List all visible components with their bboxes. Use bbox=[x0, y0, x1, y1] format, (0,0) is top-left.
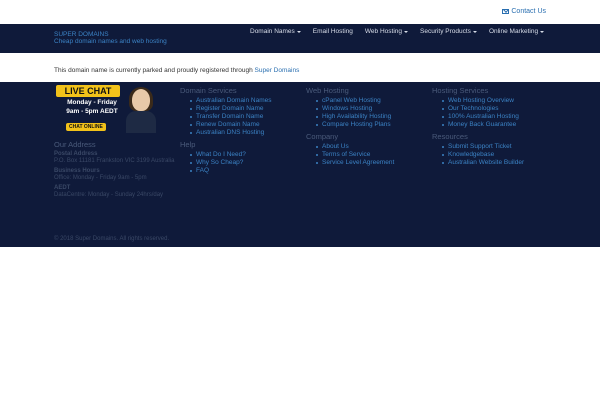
nav-label: Email Hosting bbox=[312, 28, 353, 35]
caret-down-icon bbox=[472, 30, 477, 33]
nav-item-security-products[interactable]: Security Products bbox=[414, 28, 483, 35]
agent-body bbox=[126, 111, 156, 133]
brand-name: SUPER DOMAINS bbox=[54, 31, 109, 38]
resources-heading: Resources bbox=[432, 132, 468, 141]
datacentre-hours-value: DataCentre: Monday - Sunday 24hrs/day bbox=[54, 192, 164, 198]
live-chat-days: Monday - Friday bbox=[67, 99, 117, 106]
support-agent-image bbox=[126, 87, 156, 133]
footer-link[interactable]: Transfer Domain Name bbox=[180, 113, 272, 121]
live-chat-hours: Monday - Friday 9am - 5pm AEDT bbox=[62, 98, 122, 116]
domain-services-heading: Domain Services bbox=[180, 86, 237, 95]
nav-item-online-marketing[interactable]: Online Marketing bbox=[483, 28, 550, 35]
footer-link[interactable]: Australian Website Builder bbox=[432, 159, 524, 167]
footer-link[interactable]: Compare Hosting Plans bbox=[306, 121, 394, 129]
nav-label: Online Marketing bbox=[488, 28, 539, 35]
footer-link[interactable]: Knowledgebase bbox=[432, 151, 524, 159]
super-domains-link[interactable]: Super Domains bbox=[255, 67, 300, 74]
footer-col-web-hosting: Web Hosting cPanel Web Hosting Windows H… bbox=[306, 86, 394, 167]
live-chat-badge: LIVE CHAT bbox=[56, 85, 120, 97]
live-chat-banner[interactable]: LIVE CHAT Monday - Friday 9am - 5pm AEDT… bbox=[54, 83, 164, 135]
our-address-heading: Our Address bbox=[54, 140, 96, 149]
our-address-block: Our Address Postal Address P.O. Box 1118… bbox=[54, 141, 179, 199]
footer-link[interactable]: Web Hosting Overview bbox=[432, 97, 524, 105]
nav-label: Security Products bbox=[420, 28, 471, 35]
footer-col-hosting-services: Hosting Services Web Hosting Overview Ou… bbox=[432, 86, 524, 167]
nav-label: Web Hosting bbox=[364, 28, 402, 35]
copyright: © 2018 Super Domains. All rights reserve… bbox=[54, 236, 170, 242]
help-heading: Help bbox=[180, 140, 196, 149]
caret-down-icon bbox=[404, 30, 408, 33]
live-chat-time: 9am - 5pm AEDT bbox=[66, 108, 118, 115]
contact-us-link[interactable]: Contact Us bbox=[502, 8, 546, 15]
brand[interactable]: SUPER DOMAINS Cheap domain names and web… bbox=[54, 31, 167, 45]
footer-link[interactable]: Terms of Service bbox=[306, 151, 394, 159]
nav-label: Domain Names bbox=[250, 28, 295, 35]
aedt-label: AEDT bbox=[54, 185, 71, 191]
footer-link[interactable]: FAQ bbox=[180, 167, 272, 175]
contact-us-label: Contact Us bbox=[511, 8, 546, 15]
parked-notice-text: This domain name is currently parked and… bbox=[54, 67, 253, 74]
footer-link[interactable]: Australian DNS Hosting bbox=[180, 129, 272, 137]
footer-link[interactable]: Register Domain Name bbox=[180, 105, 272, 113]
footer-link[interactable]: What Do I Need? bbox=[180, 151, 272, 159]
footer-link[interactable]: Renew Domain Name bbox=[180, 121, 272, 129]
footer-link[interactable]: Submit Support Ticket bbox=[432, 143, 524, 151]
nav-item-domain-names[interactable]: Domain Names bbox=[244, 28, 307, 35]
nav-item-web-hosting[interactable]: Web Hosting bbox=[359, 28, 414, 35]
company-heading: Company bbox=[306, 132, 339, 141]
business-hours-value: Office: Monday - Friday 9am - 5pm bbox=[54, 175, 147, 181]
footer-link[interactable]: Why So Cheap? bbox=[180, 159, 272, 167]
footer-link[interactable]: cPanel Web Hosting bbox=[306, 97, 394, 105]
hosting-services-heading: Hosting Services bbox=[432, 86, 489, 95]
footer-link[interactable]: Service Level Agreement bbox=[306, 159, 394, 167]
envelope-icon bbox=[502, 9, 510, 14]
top-bar: Contact Us bbox=[0, 0, 600, 24]
chat-online-button[interactable]: CHAT ONLINE bbox=[66, 123, 106, 131]
footer: LIVE CHAT Monday - Friday 9am - 5pm AEDT… bbox=[0, 82, 600, 247]
postal-address-label: Postal Address bbox=[54, 151, 98, 157]
postal-address-value: P.O. Box 11181 Frankston VIC 3199 Austra… bbox=[54, 158, 175, 164]
footer-link[interactable]: Our Technologies bbox=[432, 105, 524, 113]
footer-link[interactable]: 100% Australian Hosting bbox=[432, 113, 524, 121]
brand-tagline: Cheap domain names and web hosting bbox=[54, 38, 167, 45]
footer-link[interactable]: Australian Domain Names bbox=[180, 97, 272, 105]
footer-link[interactable]: Windows Hosting bbox=[306, 105, 394, 113]
business-hours-label: Business Hours bbox=[54, 168, 100, 174]
caret-down-icon bbox=[296, 30, 301, 33]
footer-col-domain-services: Domain Services Australian Domain Names … bbox=[180, 86, 272, 175]
footer-link[interactable]: High Availability Hosting bbox=[306, 113, 394, 121]
caret-down-icon bbox=[540, 30, 545, 33]
agent-face bbox=[132, 89, 150, 111]
footer-link[interactable]: Money Back Guarantee bbox=[432, 121, 524, 129]
nav-item-email-hosting[interactable]: Email Hosting bbox=[307, 28, 359, 35]
nav-menu: Domain Names Email Hosting Web Hosting S… bbox=[244, 28, 550, 35]
web-hosting-heading: Web Hosting bbox=[306, 86, 349, 95]
main-navbar: SUPER DOMAINS Cheap domain names and web… bbox=[0, 24, 600, 53]
footer-link[interactable]: About Us bbox=[306, 143, 394, 151]
parked-notice: This domain name is currently parked and… bbox=[54, 67, 299, 74]
